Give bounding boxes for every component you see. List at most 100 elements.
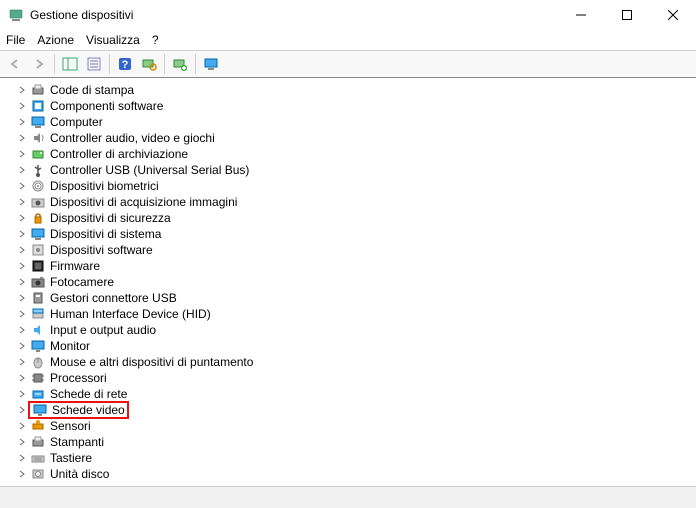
tree-item[interactable]: Processori	[16, 370, 696, 386]
expand-icon[interactable]	[16, 404, 28, 416]
security-icon	[30, 210, 46, 226]
mouse-icon	[30, 354, 46, 370]
tree-item[interactable]: Stampanti	[16, 434, 696, 450]
tree-item[interactable]: Unità disco	[16, 466, 696, 482]
tree-item[interactable]: Dispositivi software	[16, 242, 696, 258]
tree-item[interactable]: Schede di rete	[16, 386, 696, 402]
tree-item-label: Unità disco	[50, 466, 109, 482]
print-queue-icon	[30, 82, 46, 98]
expand-icon[interactable]	[16, 340, 28, 352]
expand-icon[interactable]	[16, 260, 28, 272]
expand-icon[interactable]	[16, 100, 28, 112]
titlebar: Gestione dispositivi	[0, 0, 696, 30]
tree-item-label: Sensori	[50, 418, 91, 434]
expand-icon[interactable]	[16, 436, 28, 448]
tree-item[interactable]: Dispositivi di acquisizione immagini	[16, 194, 696, 210]
menu-file[interactable]: File	[6, 33, 25, 47]
device-tree[interactable]: Code di stampaComponenti softwareCompute…	[0, 78, 696, 486]
toolbar-separator	[54, 54, 55, 74]
tree-item[interactable]: Componenti software	[16, 98, 696, 114]
tree-item-label: Dispositivi software	[50, 242, 153, 258]
tree-item[interactable]: Monitor	[16, 338, 696, 354]
expand-icon[interactable]	[16, 148, 28, 160]
add-hardware-button[interactable]	[169, 53, 191, 75]
tree-item[interactable]: Computer	[16, 114, 696, 130]
expand-icon[interactable]	[16, 212, 28, 224]
menu-help[interactable]: ?	[152, 33, 159, 47]
back-button[interactable]	[4, 53, 26, 75]
close-button[interactable]	[650, 0, 696, 30]
forward-button[interactable]	[28, 53, 50, 75]
statusbar	[0, 486, 696, 508]
expand-icon[interactable]	[16, 372, 28, 384]
menu-action[interactable]: Azione	[37, 33, 74, 47]
tree-item[interactable]: Sensori	[16, 418, 696, 434]
expand-icon[interactable]	[16, 420, 28, 432]
maximize-button[interactable]	[604, 0, 650, 30]
minimize-button[interactable]	[558, 0, 604, 30]
expand-icon[interactable]	[16, 452, 28, 464]
expand-icon[interactable]	[16, 324, 28, 336]
monitor-icon	[30, 338, 46, 354]
tree-item-label: Controller di archiviazione	[50, 146, 188, 162]
expand-icon[interactable]	[16, 244, 28, 256]
tree-item[interactable]: Dispositivi di sistema	[16, 226, 696, 242]
tree-item-label: Controller audio, video e giochi	[50, 130, 215, 146]
menu-view[interactable]: Visualizza	[86, 33, 140, 47]
expand-icon[interactable]	[16, 164, 28, 176]
storage-icon	[30, 146, 46, 162]
expand-icon[interactable]	[16, 132, 28, 144]
tree-item[interactable]: Human Interface Device (HID)	[16, 306, 696, 322]
expand-icon[interactable]	[16, 388, 28, 400]
expand-icon[interactable]	[16, 276, 28, 288]
tree-item-label: Firmware	[50, 258, 100, 274]
tree-item[interactable]: Code di stampa	[16, 82, 696, 98]
tree-item-label: Monitor	[50, 338, 90, 354]
tree-item-label: Dispositivi biometrici	[50, 178, 159, 194]
expand-icon[interactable]	[16, 180, 28, 192]
disk-icon	[30, 466, 46, 482]
expand-icon[interactable]	[16, 468, 28, 480]
software-icon	[30, 98, 46, 114]
tree-item[interactable]: Input e output audio	[16, 322, 696, 338]
svg-text:?: ?	[122, 59, 129, 71]
tree-item[interactable]: Controller di archiviazione	[16, 146, 696, 162]
expand-icon[interactable]	[16, 308, 28, 320]
usb-icon	[30, 162, 46, 178]
tree-item-label: Dispositivi di sistema	[50, 226, 161, 242]
network-icon	[30, 386, 46, 402]
tree-item[interactable]: Gestori connettore USB	[16, 290, 696, 306]
expand-icon[interactable]	[16, 84, 28, 96]
properties-button[interactable]	[83, 53, 105, 75]
expand-icon[interactable]	[16, 292, 28, 304]
tree-item-label: Stampanti	[50, 434, 104, 450]
toolbar-separator	[164, 54, 165, 74]
tree-item[interactable]: Dispositivi di sicurezza	[16, 210, 696, 226]
expand-icon[interactable]	[16, 356, 28, 368]
help-button[interactable]: ?	[114, 53, 136, 75]
show-hide-tree-button[interactable]	[59, 53, 81, 75]
display-icon	[32, 402, 48, 418]
tree-item-label: Code di stampa	[50, 82, 134, 98]
expand-icon[interactable]	[16, 196, 28, 208]
tree-item[interactable]: Controller audio, video e giochi	[16, 130, 696, 146]
toolbar: ?	[0, 50, 696, 78]
tree-item[interactable]: Dispositivi biometrici	[16, 178, 696, 194]
sensor-icon	[30, 418, 46, 434]
tree-item[interactable]: Controller USB (Universal Serial Bus)	[16, 162, 696, 178]
tree-item-label: Fotocamere	[50, 274, 114, 290]
expand-icon[interactable]	[16, 228, 28, 240]
expand-icon[interactable]	[16, 116, 28, 128]
softdev-icon	[30, 242, 46, 258]
firmware-icon	[30, 258, 46, 274]
imaging-icon	[30, 194, 46, 210]
tree-item[interactable]: Schede video	[16, 402, 696, 418]
tree-item[interactable]: Firmware	[16, 258, 696, 274]
app-icon	[8, 7, 24, 23]
tree-item[interactable]: Tastiere	[16, 450, 696, 466]
scan-hardware-button[interactable]	[138, 53, 160, 75]
biometric-icon	[30, 178, 46, 194]
tree-item[interactable]: Mouse e altri dispositivi di puntamento	[16, 354, 696, 370]
tree-item[interactable]: Fotocamere	[16, 274, 696, 290]
remote-computer-button[interactable]	[200, 53, 222, 75]
